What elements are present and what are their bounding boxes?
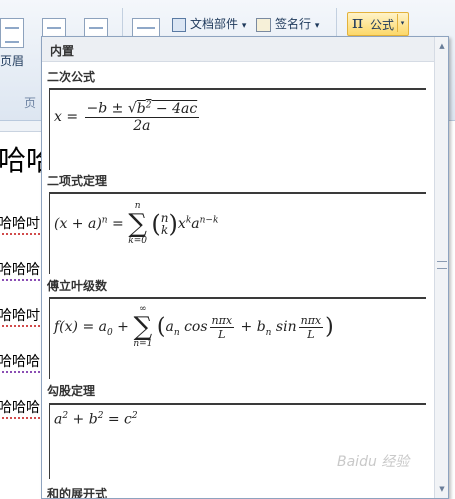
docparts-caret-icon: ▾	[241, 21, 247, 31]
docparts-icon	[172, 17, 186, 32]
scroll-up-icon[interactable]: ▲	[436, 39, 448, 53]
equation-button[interactable]: π 公式 ▾	[347, 12, 409, 36]
document-line: 哈哈哈	[0, 351, 40, 373]
gallery-header: 内置	[42, 37, 434, 62]
document-line: 哈哈哈	[0, 259, 40, 281]
pi-icon: π	[352, 13, 364, 33]
signature-icon	[256, 17, 271, 32]
formula-item[interactable]: f(x) = a0 + ∞ ∑ n=1 (an cos nπx L + bn sin nπ…	[49, 297, 426, 379]
fourier-formula: f(x) = a0 + ∞ ∑ n=1 (an cos nπx L + bn sin nπ…	[54, 304, 334, 349]
ruler	[0, 121, 42, 132]
section-label: 傅立叶级数	[47, 279, 108, 293]
equation-label: 公式	[370, 18, 395, 32]
gallery-scrollbar[interactable]: ▲ ▼	[434, 37, 448, 498]
signature-caret-icon: ▾	[314, 21, 320, 31]
document-area[interactable]: 哈哈 哈哈吋 哈哈哈 哈哈吋 哈哈哈 哈哈哈	[0, 121, 54, 497]
equation-gallery: 内置 二次公式 x = −b ± √b2 − 4ac 2a 二项式定理 (x + …	[41, 36, 449, 499]
signature-line-button[interactable]: 签名行 ▾	[256, 15, 319, 32]
quadratic-formula: x = −b ± √b2 − 4ac 2a	[54, 100, 200, 134]
pythagorean-formula: a2 + b2 = c2	[54, 411, 138, 428]
header-button-label[interactable]: 页眉	[0, 52, 24, 69]
equation-dropdown-caret-icon[interactable]: ▾	[397, 14, 407, 32]
docparts-label: 文档部件	[190, 17, 239, 31]
document-line: 哈哈哈	[0, 397, 40, 419]
scroll-thumb[interactable]	[437, 261, 447, 269]
document-line: 哈哈吋	[0, 305, 40, 327]
docparts-button[interactable]: 文档部件 ▾	[172, 15, 246, 32]
page-icon[interactable]	[0, 18, 24, 48]
scroll-down-icon[interactable]: ▼	[436, 482, 448, 496]
signature-label: 签名行	[275, 17, 312, 31]
section-label: 二项式定理	[47, 174, 108, 188]
watermark-logo: Baidu 经验	[337, 454, 410, 470]
document-line: 哈哈吋	[0, 213, 40, 235]
section-label: 勾股定理	[47, 384, 96, 398]
formula-item[interactable]: x = −b ± √b2 − 4ac 2a	[49, 88, 426, 170]
section-label: 二次公式	[47, 70, 96, 84]
formula-item[interactable]: (x + a)n = n ∑ k=0 (n k)xkan−k	[49, 192, 426, 274]
header-group-label: 页	[24, 96, 37, 110]
builtin-header: 内置	[50, 44, 75, 58]
binomial-formula: (x + a)n = n ∑ k=0 (n k)xkan−k	[54, 201, 219, 246]
